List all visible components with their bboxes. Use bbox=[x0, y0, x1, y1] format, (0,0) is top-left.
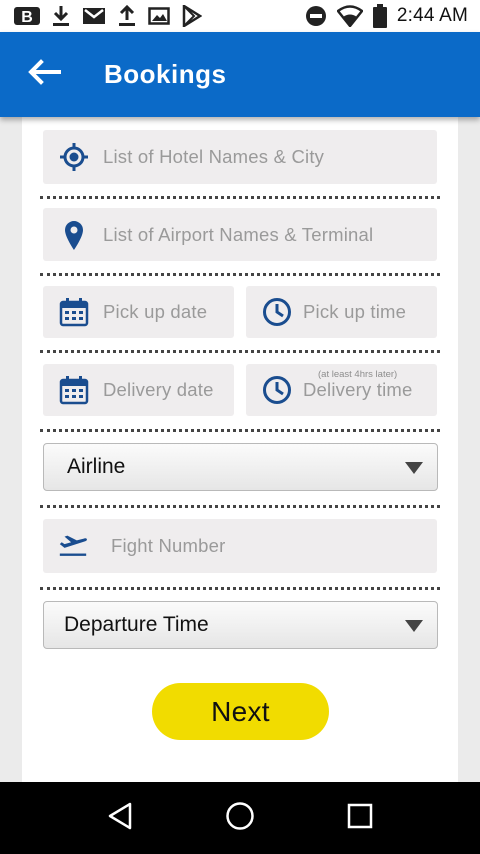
nav-back-button[interactable] bbox=[90, 788, 150, 848]
departure-time-select[interactable]: Departure Time bbox=[43, 601, 438, 649]
chevron-down-icon bbox=[405, 620, 423, 632]
divider bbox=[40, 587, 440, 590]
arrow-left-icon bbox=[27, 59, 61, 90]
page-title: Bookings bbox=[104, 59, 227, 89]
delivery-date-field[interactable]: Delivery date bbox=[43, 364, 234, 416]
divider bbox=[40, 429, 440, 432]
airline-value: Airline bbox=[67, 455, 126, 478]
b-app-icon: B bbox=[14, 6, 40, 26]
pickup-time-field[interactable]: Pick up time bbox=[246, 286, 437, 338]
recents-square-icon bbox=[347, 803, 373, 834]
pickup-date-field[interactable]: Pick up date bbox=[43, 286, 234, 338]
gmail-icon bbox=[82, 7, 106, 25]
delivery-time-hint: (at least 4hrs later) bbox=[318, 369, 398, 380]
departure-time-value: Departure Time bbox=[64, 613, 209, 636]
hotel-placeholder: List of Hotel Names & City bbox=[103, 146, 325, 167]
chevron-down-icon bbox=[405, 462, 423, 474]
airline-select[interactable]: Airline bbox=[43, 443, 438, 491]
play-store-icon bbox=[182, 5, 202, 27]
download-icon bbox=[52, 5, 70, 27]
next-button[interactable]: Next bbox=[152, 683, 329, 740]
app-bar: Bookings bbox=[0, 32, 480, 117]
airport-field[interactable]: List of Airport Names & Terminal bbox=[43, 208, 437, 261]
back-button[interactable] bbox=[14, 45, 74, 105]
calendar-icon bbox=[58, 296, 90, 328]
divider bbox=[40, 273, 440, 276]
flight-number-field[interactable]: Fight Number bbox=[43, 519, 437, 573]
divider bbox=[40, 196, 440, 199]
calendar-icon bbox=[58, 374, 90, 406]
delivery-date-placeholder: Delivery date bbox=[103, 379, 214, 400]
clock-icon bbox=[261, 374, 293, 406]
image-icon bbox=[148, 6, 170, 26]
svg-text:B: B bbox=[21, 9, 33, 26]
location-target-icon bbox=[58, 141, 90, 173]
divider bbox=[40, 350, 440, 353]
flight-number-placeholder: Fight Number bbox=[111, 535, 226, 556]
divider bbox=[40, 505, 440, 508]
status-time: 2:44 AM bbox=[396, 5, 468, 26]
home-circle-icon bbox=[225, 801, 255, 836]
nav-home-button[interactable] bbox=[210, 788, 270, 848]
system-icons: 2:44 AM bbox=[305, 4, 468, 28]
upload-icon bbox=[118, 5, 136, 27]
airplane-takeoff-icon bbox=[57, 530, 89, 562]
do-not-disturb-icon bbox=[305, 5, 327, 27]
map-pin-icon bbox=[58, 219, 90, 251]
airport-placeholder: List of Airport Names & Terminal bbox=[103, 223, 374, 245]
status-bar: B 2:44 AM bbox=[0, 0, 480, 32]
clock-icon bbox=[261, 296, 293, 328]
nav-recents-button[interactable] bbox=[330, 788, 390, 848]
back-triangle-icon bbox=[107, 802, 133, 835]
notification-icons: B bbox=[14, 5, 202, 27]
delivery-time-placeholder: Delivery time bbox=[303, 379, 413, 400]
pickup-date-placeholder: Pick up date bbox=[103, 301, 208, 322]
battery-icon bbox=[372, 4, 387, 28]
hotel-field[interactable]: List of Hotel Names & City bbox=[43, 130, 437, 184]
pickup-time-placeholder: Pick up time bbox=[303, 301, 407, 322]
wifi-icon bbox=[336, 5, 363, 27]
navigation-bar bbox=[0, 782, 480, 854]
